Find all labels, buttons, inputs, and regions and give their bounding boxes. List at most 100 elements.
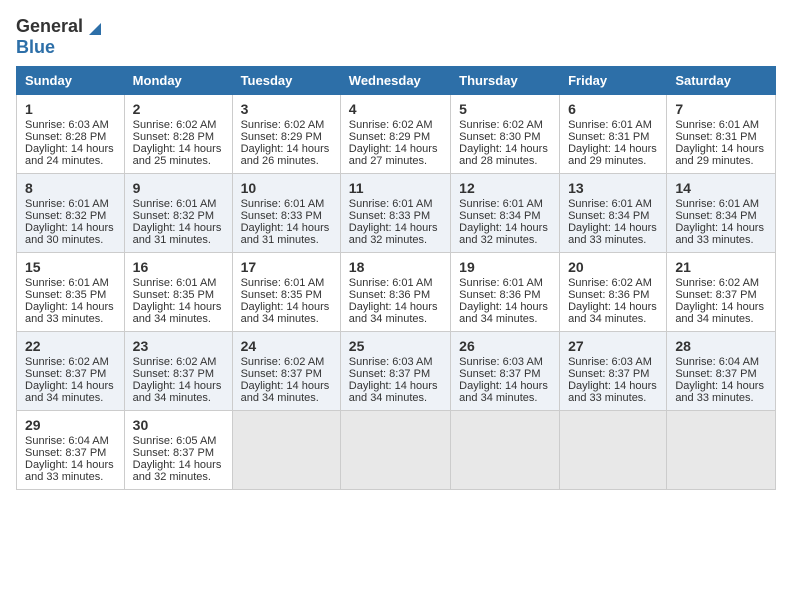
calendar-cell: 12Sunrise: 6:01 AMSunset: 8:34 PMDayligh…	[451, 174, 560, 253]
calendar-cell: 10Sunrise: 6:01 AMSunset: 8:33 PMDayligh…	[232, 174, 340, 253]
daylight-text: Daylight: 14 hours and 34 minutes.	[459, 380, 551, 404]
daylight-text: Daylight: 14 hours and 31 minutes.	[241, 222, 332, 246]
daylight-text: Daylight: 14 hours and 34 minutes.	[133, 380, 224, 404]
daylight-text: Daylight: 14 hours and 33 minutes.	[25, 301, 116, 325]
daylight-text: Daylight: 14 hours and 33 minutes.	[675, 222, 767, 246]
sunrise-text: Sunrise: 6:02 AM	[675, 277, 767, 289]
calendar-day-header: Monday	[124, 67, 232, 95]
day-number: 11	[349, 180, 442, 196]
calendar-week-row: 29Sunrise: 6:04 AMSunset: 8:37 PMDayligh…	[17, 411, 776, 490]
day-number: 13	[568, 180, 658, 196]
daylight-text: Daylight: 14 hours and 28 minutes.	[459, 143, 551, 167]
calendar-cell: 19Sunrise: 6:01 AMSunset: 8:36 PMDayligh…	[451, 253, 560, 332]
daylight-text: Daylight: 14 hours and 34 minutes.	[459, 301, 551, 325]
sunset-text: Sunset: 8:37 PM	[568, 368, 658, 380]
sunrise-text: Sunrise: 6:02 AM	[459, 119, 551, 131]
calendar-cell	[451, 411, 560, 490]
day-number: 8	[25, 180, 116, 196]
daylight-text: Daylight: 14 hours and 32 minutes.	[349, 222, 442, 246]
day-number: 20	[568, 259, 658, 275]
daylight-text: Daylight: 14 hours and 26 minutes.	[241, 143, 332, 167]
calendar-cell: 9Sunrise: 6:01 AMSunset: 8:32 PMDaylight…	[124, 174, 232, 253]
sunset-text: Sunset: 8:37 PM	[349, 368, 442, 380]
calendar-cell: 20Sunrise: 6:02 AMSunset: 8:36 PMDayligh…	[560, 253, 667, 332]
daylight-text: Daylight: 14 hours and 34 minutes.	[349, 380, 442, 404]
calendar-cell: 27Sunrise: 6:03 AMSunset: 8:37 PMDayligh…	[560, 332, 667, 411]
sunrise-text: Sunrise: 6:03 AM	[349, 356, 442, 368]
sunset-text: Sunset: 8:37 PM	[25, 447, 116, 459]
sunset-text: Sunset: 8:32 PM	[25, 210, 116, 222]
calendar-cell	[667, 411, 776, 490]
calendar-header-row: SundayMondayTuesdayWednesdayThursdayFrid…	[17, 67, 776, 95]
day-number: 1	[25, 101, 116, 117]
sunset-text: Sunset: 8:34 PM	[675, 210, 767, 222]
daylight-text: Daylight: 14 hours and 25 minutes.	[133, 143, 224, 167]
calendar-cell: 22Sunrise: 6:02 AMSunset: 8:37 PMDayligh…	[17, 332, 125, 411]
daylight-text: Daylight: 14 hours and 34 minutes.	[568, 301, 658, 325]
calendar-cell: 21Sunrise: 6:02 AMSunset: 8:37 PMDayligh…	[667, 253, 776, 332]
calendar-day-header: Wednesday	[340, 67, 450, 95]
day-number: 19	[459, 259, 551, 275]
day-number: 26	[459, 338, 551, 354]
daylight-text: Daylight: 14 hours and 34 minutes.	[133, 301, 224, 325]
daylight-text: Daylight: 14 hours and 27 minutes.	[349, 143, 442, 167]
sunrise-text: Sunrise: 6:05 AM	[133, 435, 224, 447]
sunset-text: Sunset: 8:34 PM	[459, 210, 551, 222]
calendar-cell: 28Sunrise: 6:04 AMSunset: 8:37 PMDayligh…	[667, 332, 776, 411]
sunrise-text: Sunrise: 6:02 AM	[25, 356, 116, 368]
sunset-text: Sunset: 8:30 PM	[459, 131, 551, 143]
sunrise-text: Sunrise: 6:03 AM	[568, 356, 658, 368]
daylight-text: Daylight: 14 hours and 34 minutes.	[241, 301, 332, 325]
sunrise-text: Sunrise: 6:01 AM	[459, 198, 551, 210]
sunrise-text: Sunrise: 6:01 AM	[349, 277, 442, 289]
sunrise-text: Sunrise: 6:04 AM	[675, 356, 767, 368]
calendar-cell: 1Sunrise: 6:03 AMSunset: 8:28 PMDaylight…	[17, 95, 125, 174]
calendar-body: 1Sunrise: 6:03 AMSunset: 8:28 PMDaylight…	[17, 95, 776, 490]
logo-general: General	[16, 16, 83, 37]
calendar-cell: 11Sunrise: 6:01 AMSunset: 8:33 PMDayligh…	[340, 174, 450, 253]
sunset-text: Sunset: 8:32 PM	[133, 210, 224, 222]
calendar-cell: 30Sunrise: 6:05 AMSunset: 8:37 PMDayligh…	[124, 411, 232, 490]
calendar-cell: 24Sunrise: 6:02 AMSunset: 8:37 PMDayligh…	[232, 332, 340, 411]
sunset-text: Sunset: 8:37 PM	[25, 368, 116, 380]
day-number: 17	[241, 259, 332, 275]
daylight-text: Daylight: 14 hours and 29 minutes.	[568, 143, 658, 167]
calendar-day-header: Thursday	[451, 67, 560, 95]
calendar-table: SundayMondayTuesdayWednesdayThursdayFrid…	[16, 66, 776, 490]
daylight-text: Daylight: 14 hours and 29 minutes.	[675, 143, 767, 167]
sunset-text: Sunset: 8:37 PM	[675, 368, 767, 380]
sunset-text: Sunset: 8:33 PM	[349, 210, 442, 222]
day-number: 28	[675, 338, 767, 354]
calendar-cell: 2Sunrise: 6:02 AMSunset: 8:28 PMDaylight…	[124, 95, 232, 174]
sunrise-text: Sunrise: 6:01 AM	[675, 119, 767, 131]
calendar-cell: 14Sunrise: 6:01 AMSunset: 8:34 PMDayligh…	[667, 174, 776, 253]
sunrise-text: Sunrise: 6:02 AM	[568, 277, 658, 289]
sunset-text: Sunset: 8:31 PM	[675, 131, 767, 143]
calendar-week-row: 1Sunrise: 6:03 AMSunset: 8:28 PMDaylight…	[17, 95, 776, 174]
sunset-text: Sunset: 8:37 PM	[241, 368, 332, 380]
day-number: 15	[25, 259, 116, 275]
daylight-text: Daylight: 14 hours and 33 minutes.	[568, 222, 658, 246]
day-number: 23	[133, 338, 224, 354]
calendar-cell: 18Sunrise: 6:01 AMSunset: 8:36 PMDayligh…	[340, 253, 450, 332]
calendar-cell: 26Sunrise: 6:03 AMSunset: 8:37 PMDayligh…	[451, 332, 560, 411]
calendar-cell: 6Sunrise: 6:01 AMSunset: 8:31 PMDaylight…	[560, 95, 667, 174]
calendar-cell: 7Sunrise: 6:01 AMSunset: 8:31 PMDaylight…	[667, 95, 776, 174]
calendar-cell: 8Sunrise: 6:01 AMSunset: 8:32 PMDaylight…	[17, 174, 125, 253]
day-number: 16	[133, 259, 224, 275]
daylight-text: Daylight: 14 hours and 34 minutes.	[349, 301, 442, 325]
day-number: 29	[25, 417, 116, 433]
sunset-text: Sunset: 8:37 PM	[459, 368, 551, 380]
day-number: 5	[459, 101, 551, 117]
calendar-cell: 17Sunrise: 6:01 AMSunset: 8:35 PMDayligh…	[232, 253, 340, 332]
daylight-text: Daylight: 14 hours and 33 minutes.	[25, 459, 116, 483]
sunrise-text: Sunrise: 6:01 AM	[25, 277, 116, 289]
calendar-cell: 5 Sunrise: 6:02 AMSunset: 8:30 PMDaylight…	[451, 95, 560, 174]
day-number: 21	[675, 259, 767, 275]
daylight-text: Daylight: 14 hours and 30 minutes.	[25, 222, 116, 246]
calendar-cell: 15Sunrise: 6:01 AMSunset: 8:35 PMDayligh…	[17, 253, 125, 332]
daylight-text: Daylight: 14 hours and 34 minutes.	[25, 380, 116, 404]
calendar-day-header: Saturday	[667, 67, 776, 95]
calendar-week-row: 8Sunrise: 6:01 AMSunset: 8:32 PMDaylight…	[17, 174, 776, 253]
sunrise-text: Sunrise: 6:01 AM	[133, 277, 224, 289]
